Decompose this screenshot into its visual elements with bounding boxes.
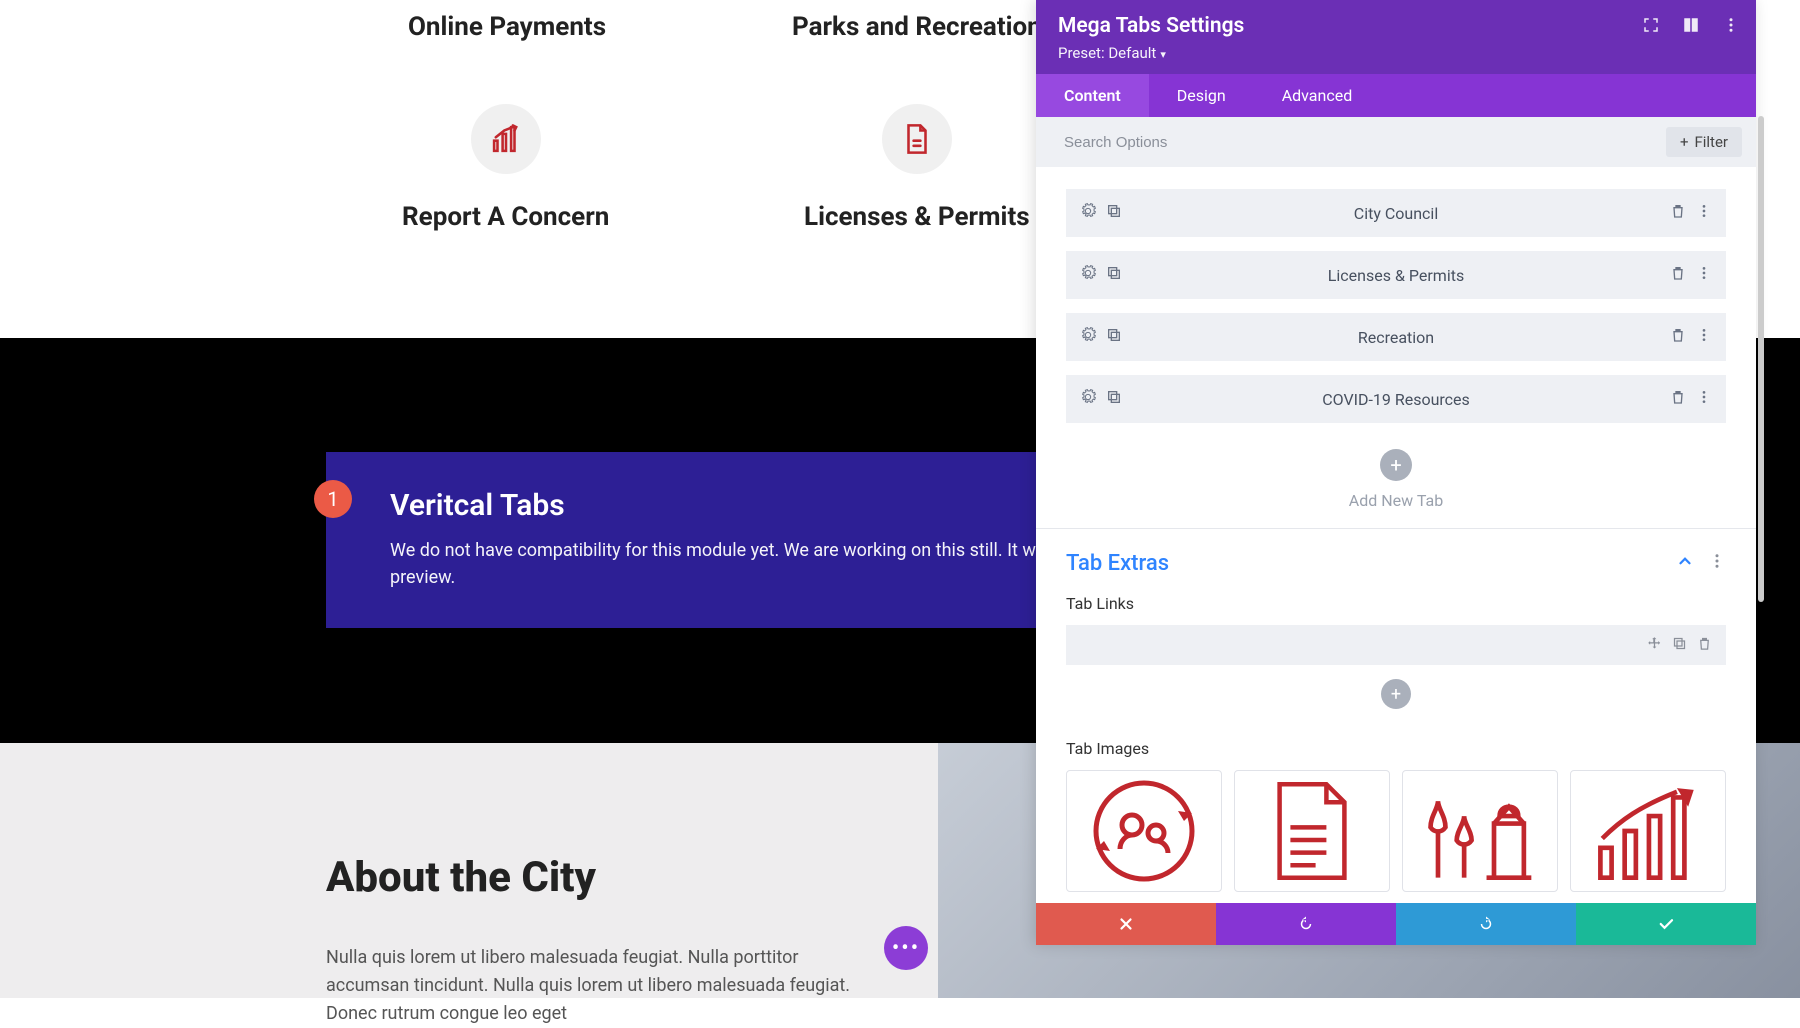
gear-icon[interactable] [1080, 203, 1096, 223]
tab-row-label: COVID-19 Resources [1122, 390, 1670, 409]
undo-button[interactable] [1216, 903, 1396, 945]
panel-footer [1036, 903, 1756, 945]
tab-design[interactable]: Design [1149, 74, 1254, 117]
add-link: + [1066, 679, 1726, 709]
preset-dropdown[interactable]: Preset: Default ▾ [1058, 44, 1734, 62]
kebab-icon[interactable] [1696, 389, 1712, 409]
search-row: + Filter [1036, 117, 1756, 167]
settings-panel: Mega Tabs Settings Preset: Default ▾ Cont… [1036, 0, 1756, 945]
duplicate-icon[interactable] [1106, 389, 1122, 409]
fullscreen-icon[interactable] [1642, 16, 1660, 38]
preset-label: Preset: Default [1058, 44, 1156, 62]
search-input[interactable] [1064, 134, 1666, 151]
trash-icon[interactable] [1670, 265, 1686, 285]
tab-image-document[interactable] [1234, 770, 1390, 892]
kebab-icon[interactable] [1722, 16, 1740, 38]
kebab-icon[interactable] [1696, 327, 1712, 347]
duplicate-icon[interactable] [1106, 265, 1122, 285]
about-section: About the City Nulla quis lorem ut liber… [0, 743, 938, 998]
tab-row[interactable]: Recreation [1066, 313, 1726, 361]
ql-item-report-concern[interactable]: Report A Concern [402, 104, 609, 232]
tab-image-people[interactable] [1066, 770, 1222, 892]
kebab-icon[interactable] [1696, 203, 1712, 223]
duplicate-icon[interactable] [1672, 636, 1687, 655]
trash-icon[interactable] [1670, 389, 1686, 409]
chevron-up-icon[interactable] [1676, 551, 1694, 576]
header-icons [1642, 16, 1740, 38]
chevron-down-icon: ▾ [1160, 48, 1166, 61]
move-icon[interactable] [1647, 636, 1662, 655]
section-title: Tab Extras [1066, 551, 1169, 576]
about-body: Nulla quis lorem ut libero malesuada feu… [326, 944, 878, 1028]
tab-row[interactable]: City Council [1066, 189, 1726, 237]
tab-row-label: City Council [1122, 204, 1670, 223]
ql-item-licenses[interactable]: Licenses & Permits [804, 104, 1030, 232]
add-link-button[interactable]: + [1381, 679, 1411, 709]
gear-icon[interactable] [1080, 265, 1096, 285]
duplicate-icon[interactable] [1106, 203, 1122, 223]
add-tab-label: Add New Tab [1066, 491, 1726, 510]
step-badge-1: 1 [314, 480, 352, 518]
cancel-button[interactable] [1036, 903, 1216, 945]
tab-advanced[interactable]: Advanced [1254, 74, 1381, 117]
tab-links-label: Tab Links [1066, 594, 1726, 613]
add-tab-button[interactable]: + [1380, 449, 1412, 481]
scrollbar[interactable] [1758, 116, 1764, 602]
filter-button[interactable]: + Filter [1666, 127, 1742, 157]
trash-icon[interactable] [1670, 327, 1686, 347]
panel-tabs: Content Design Advanced [1036, 74, 1756, 117]
filter-label: Filter [1694, 133, 1728, 151]
duplicate-icon[interactable] [1106, 327, 1122, 347]
document-icon [882, 104, 952, 174]
kebab-icon[interactable] [1696, 265, 1712, 285]
ql-licenses-label: Licenses & Permits [804, 202, 1030, 232]
confirm-button[interactable] [1576, 903, 1756, 945]
layout-icon[interactable] [1682, 16, 1700, 38]
panel-body: City Council Licenses & Permits [1036, 167, 1756, 903]
gear-icon[interactable] [1080, 389, 1096, 409]
trash-icon[interactable] [1697, 636, 1712, 655]
add-new-tab: + Add New Tab [1066, 449, 1726, 510]
section-tab-extras[interactable]: Tab Extras [1066, 551, 1726, 576]
tab-image-park[interactable] [1402, 770, 1558, 892]
tab-images-label: Tab Images [1066, 739, 1726, 758]
tab-row-label: Licenses & Permits [1122, 266, 1670, 285]
tab-row[interactable]: COVID-19 Resources [1066, 375, 1726, 423]
plus-icon: + [1680, 133, 1689, 151]
chart-growth-icon [471, 104, 541, 174]
redo-button[interactable] [1396, 903, 1576, 945]
ql-online-payments[interactable]: Online Payments [408, 12, 606, 42]
ql-parks-recreation[interactable]: Parks and Recreation [792, 12, 1042, 42]
divider [1036, 528, 1756, 529]
tab-row-label: Recreation [1122, 328, 1670, 347]
panel-title: Mega Tabs Settings [1058, 14, 1734, 38]
tab-image-growth[interactable] [1570, 770, 1726, 892]
about-title: About the City [326, 853, 878, 902]
tab-content[interactable]: Content [1036, 74, 1149, 117]
gear-icon[interactable] [1080, 327, 1096, 347]
trash-icon[interactable] [1670, 203, 1686, 223]
tab-images-grid [1066, 770, 1726, 892]
ql-report-concern-label: Report A Concern [402, 202, 609, 232]
tab-list: City Council Licenses & Permits [1066, 189, 1726, 423]
tab-links-row[interactable] [1066, 625, 1726, 665]
kebab-icon[interactable] [1708, 551, 1726, 576]
fab-more-button[interactable]: ••• [884, 926, 928, 970]
tab-row[interactable]: Licenses & Permits [1066, 251, 1726, 299]
panel-header: Mega Tabs Settings Preset: Default ▾ [1036, 0, 1756, 74]
